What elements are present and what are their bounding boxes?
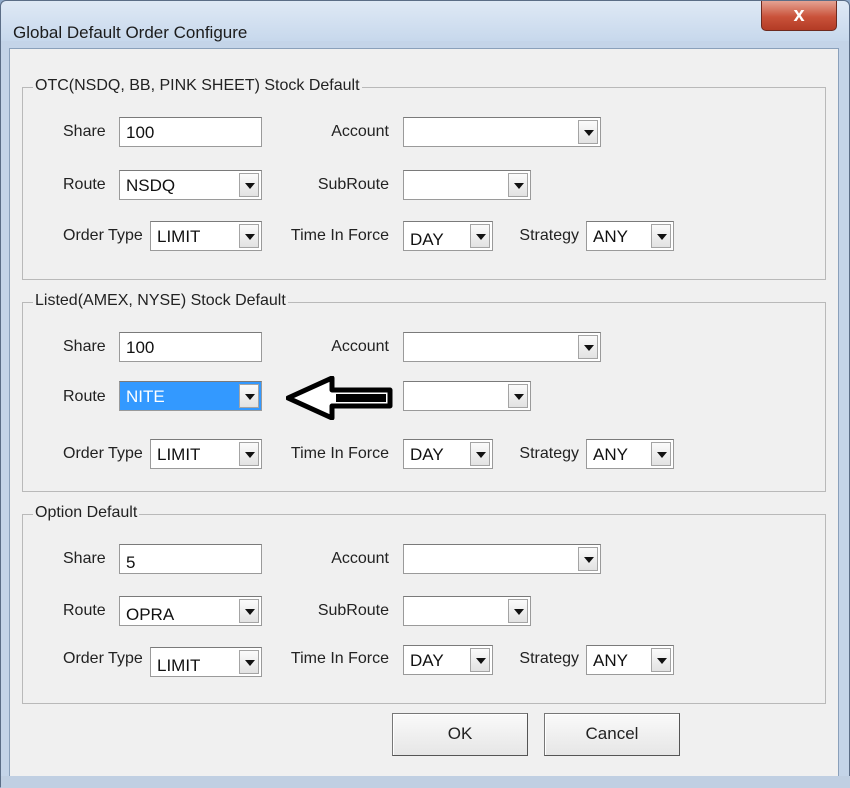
listed-order-type-value: LIMIT (157, 445, 201, 464)
chevron-down-icon[interactable] (578, 547, 598, 571)
option-order-type-select[interactable]: LIMIT (150, 647, 262, 677)
title-bar[interactable]: Global Default Order Configure x (1, 1, 849, 42)
option-account-select[interactable] (403, 544, 601, 574)
strategy-label: Strategy (519, 445, 579, 462)
close-icon: x (793, 4, 805, 26)
route-label: Route (63, 176, 106, 193)
dialog-client-area: OTC(NSDQ, BB, PINK SHEET) Stock Default … (9, 48, 839, 780)
route-label: Route (63, 388, 106, 405)
otc-share-input[interactable]: 100 (119, 117, 262, 147)
bottom-frame (1, 776, 850, 788)
listed-share-input[interactable]: 100 (119, 332, 262, 362)
option-time-in-force-select[interactable]: DAY (403, 645, 493, 675)
listed-time-in-force-select[interactable]: DAY (403, 439, 493, 469)
option-strategy-select[interactable]: ANY (586, 645, 674, 675)
chevron-down-icon[interactable] (508, 173, 528, 197)
order-type-label: Order Type (63, 445, 143, 462)
option-time-in-force-value: DAY (410, 651, 444, 670)
share-label: Share (63, 338, 106, 355)
chevron-down-icon[interactable] (651, 648, 671, 672)
chevron-down-icon[interactable] (651, 224, 671, 248)
left-arrow-icon (286, 376, 393, 420)
listed-route-select[interactable]: NITE (119, 381, 262, 411)
window-title: Global Default Order Configure (13, 23, 248, 42)
order-type-label: Order Type (63, 650, 143, 667)
listed-strategy-value: ANY (593, 445, 628, 464)
otc-order-type-select[interactable]: LIMIT (150, 221, 262, 251)
chevron-down-icon[interactable] (239, 599, 259, 623)
chevron-down-icon[interactable] (239, 224, 259, 248)
option-route-select[interactable]: OPRA (119, 596, 262, 626)
otc-order-type-value: LIMIT (157, 227, 201, 246)
chevron-down-icon[interactable] (239, 173, 259, 197)
option-order-type-value: LIMIT (157, 656, 201, 675)
cancel-button[interactable]: Cancel (544, 713, 680, 756)
order-type-label: Order Type (63, 227, 143, 244)
subroute-label: SubRoute (317, 176, 389, 193)
otc-account-select[interactable] (403, 117, 601, 147)
option-group: Option Default Share 5 Account Route OPR… (22, 503, 826, 704)
chevron-down-icon[interactable] (508, 599, 528, 623)
chevron-down-icon[interactable] (239, 650, 259, 674)
strategy-label: Strategy (519, 227, 579, 244)
share-label: Share (63, 123, 106, 140)
otc-strategy-value: ANY (593, 227, 628, 246)
otc-share-value: 100 (126, 123, 155, 142)
chevron-down-icon[interactable] (578, 335, 598, 359)
option-subroute-select[interactable] (403, 596, 531, 626)
otc-time-in-force-select[interactable]: DAY (403, 221, 493, 251)
account-label: Account (331, 550, 389, 567)
subroute-label: SubRoute (317, 602, 389, 619)
otc-group: OTC(NSDQ, BB, PINK SHEET) Stock Default … (22, 76, 826, 280)
otc-group-title: OTC(NSDQ, BB, PINK SHEET) Stock Default (33, 76, 362, 96)
dialog-window: Global Default Order Configure x OTC(NSD… (0, 0, 850, 788)
chevron-down-icon[interactable] (239, 442, 259, 466)
listed-route-value: NITE (126, 387, 165, 406)
time-in-force-label: Time In Force (290, 445, 389, 462)
otc-time-in-force-value: DAY (410, 230, 444, 249)
listed-strategy-select[interactable]: ANY (586, 439, 674, 469)
listed-group: Listed(AMEX, NYSE) Stock Default Share 1… (22, 291, 826, 492)
route-label: Route (63, 602, 106, 619)
otc-route-select[interactable]: NSDQ (119, 170, 262, 200)
time-in-force-label: Time In Force (290, 650, 389, 667)
chevron-down-icon[interactable] (508, 384, 528, 408)
chevron-down-icon[interactable] (578, 120, 598, 144)
chevron-down-icon[interactable] (470, 442, 490, 466)
option-share-input[interactable]: 5 (119, 544, 262, 574)
chevron-down-icon[interactable] (651, 442, 671, 466)
chevron-down-icon[interactable] (239, 384, 259, 408)
otc-route-value: NSDQ (126, 176, 176, 195)
close-button[interactable]: x (761, 1, 837, 31)
listed-subroute-select[interactable] (403, 381, 531, 411)
listed-share-value: 100 (126, 338, 155, 357)
chevron-down-icon[interactable] (470, 224, 490, 248)
listed-group-title: Listed(AMEX, NYSE) Stock Default (33, 291, 288, 311)
option-share-value: 5 (126, 553, 136, 572)
otc-strategy-select[interactable]: ANY (586, 221, 674, 251)
option-route-value: OPRA (126, 605, 175, 624)
listed-account-select[interactable] (403, 332, 601, 362)
listed-order-type-select[interactable]: LIMIT (150, 439, 262, 469)
chevron-down-icon[interactable] (470, 648, 490, 672)
option-strategy-value: ANY (593, 651, 628, 670)
option-group-title: Option Default (33, 503, 140, 523)
otc-subroute-select[interactable] (403, 170, 531, 200)
listed-time-in-force-value: DAY (410, 445, 444, 464)
ok-button[interactable]: OK (392, 713, 528, 756)
share-label: Share (63, 550, 106, 567)
account-label: Account (331, 123, 389, 140)
time-in-force-label: Time In Force (290, 227, 389, 244)
account-label: Account (331, 338, 389, 355)
strategy-label: Strategy (519, 650, 579, 667)
